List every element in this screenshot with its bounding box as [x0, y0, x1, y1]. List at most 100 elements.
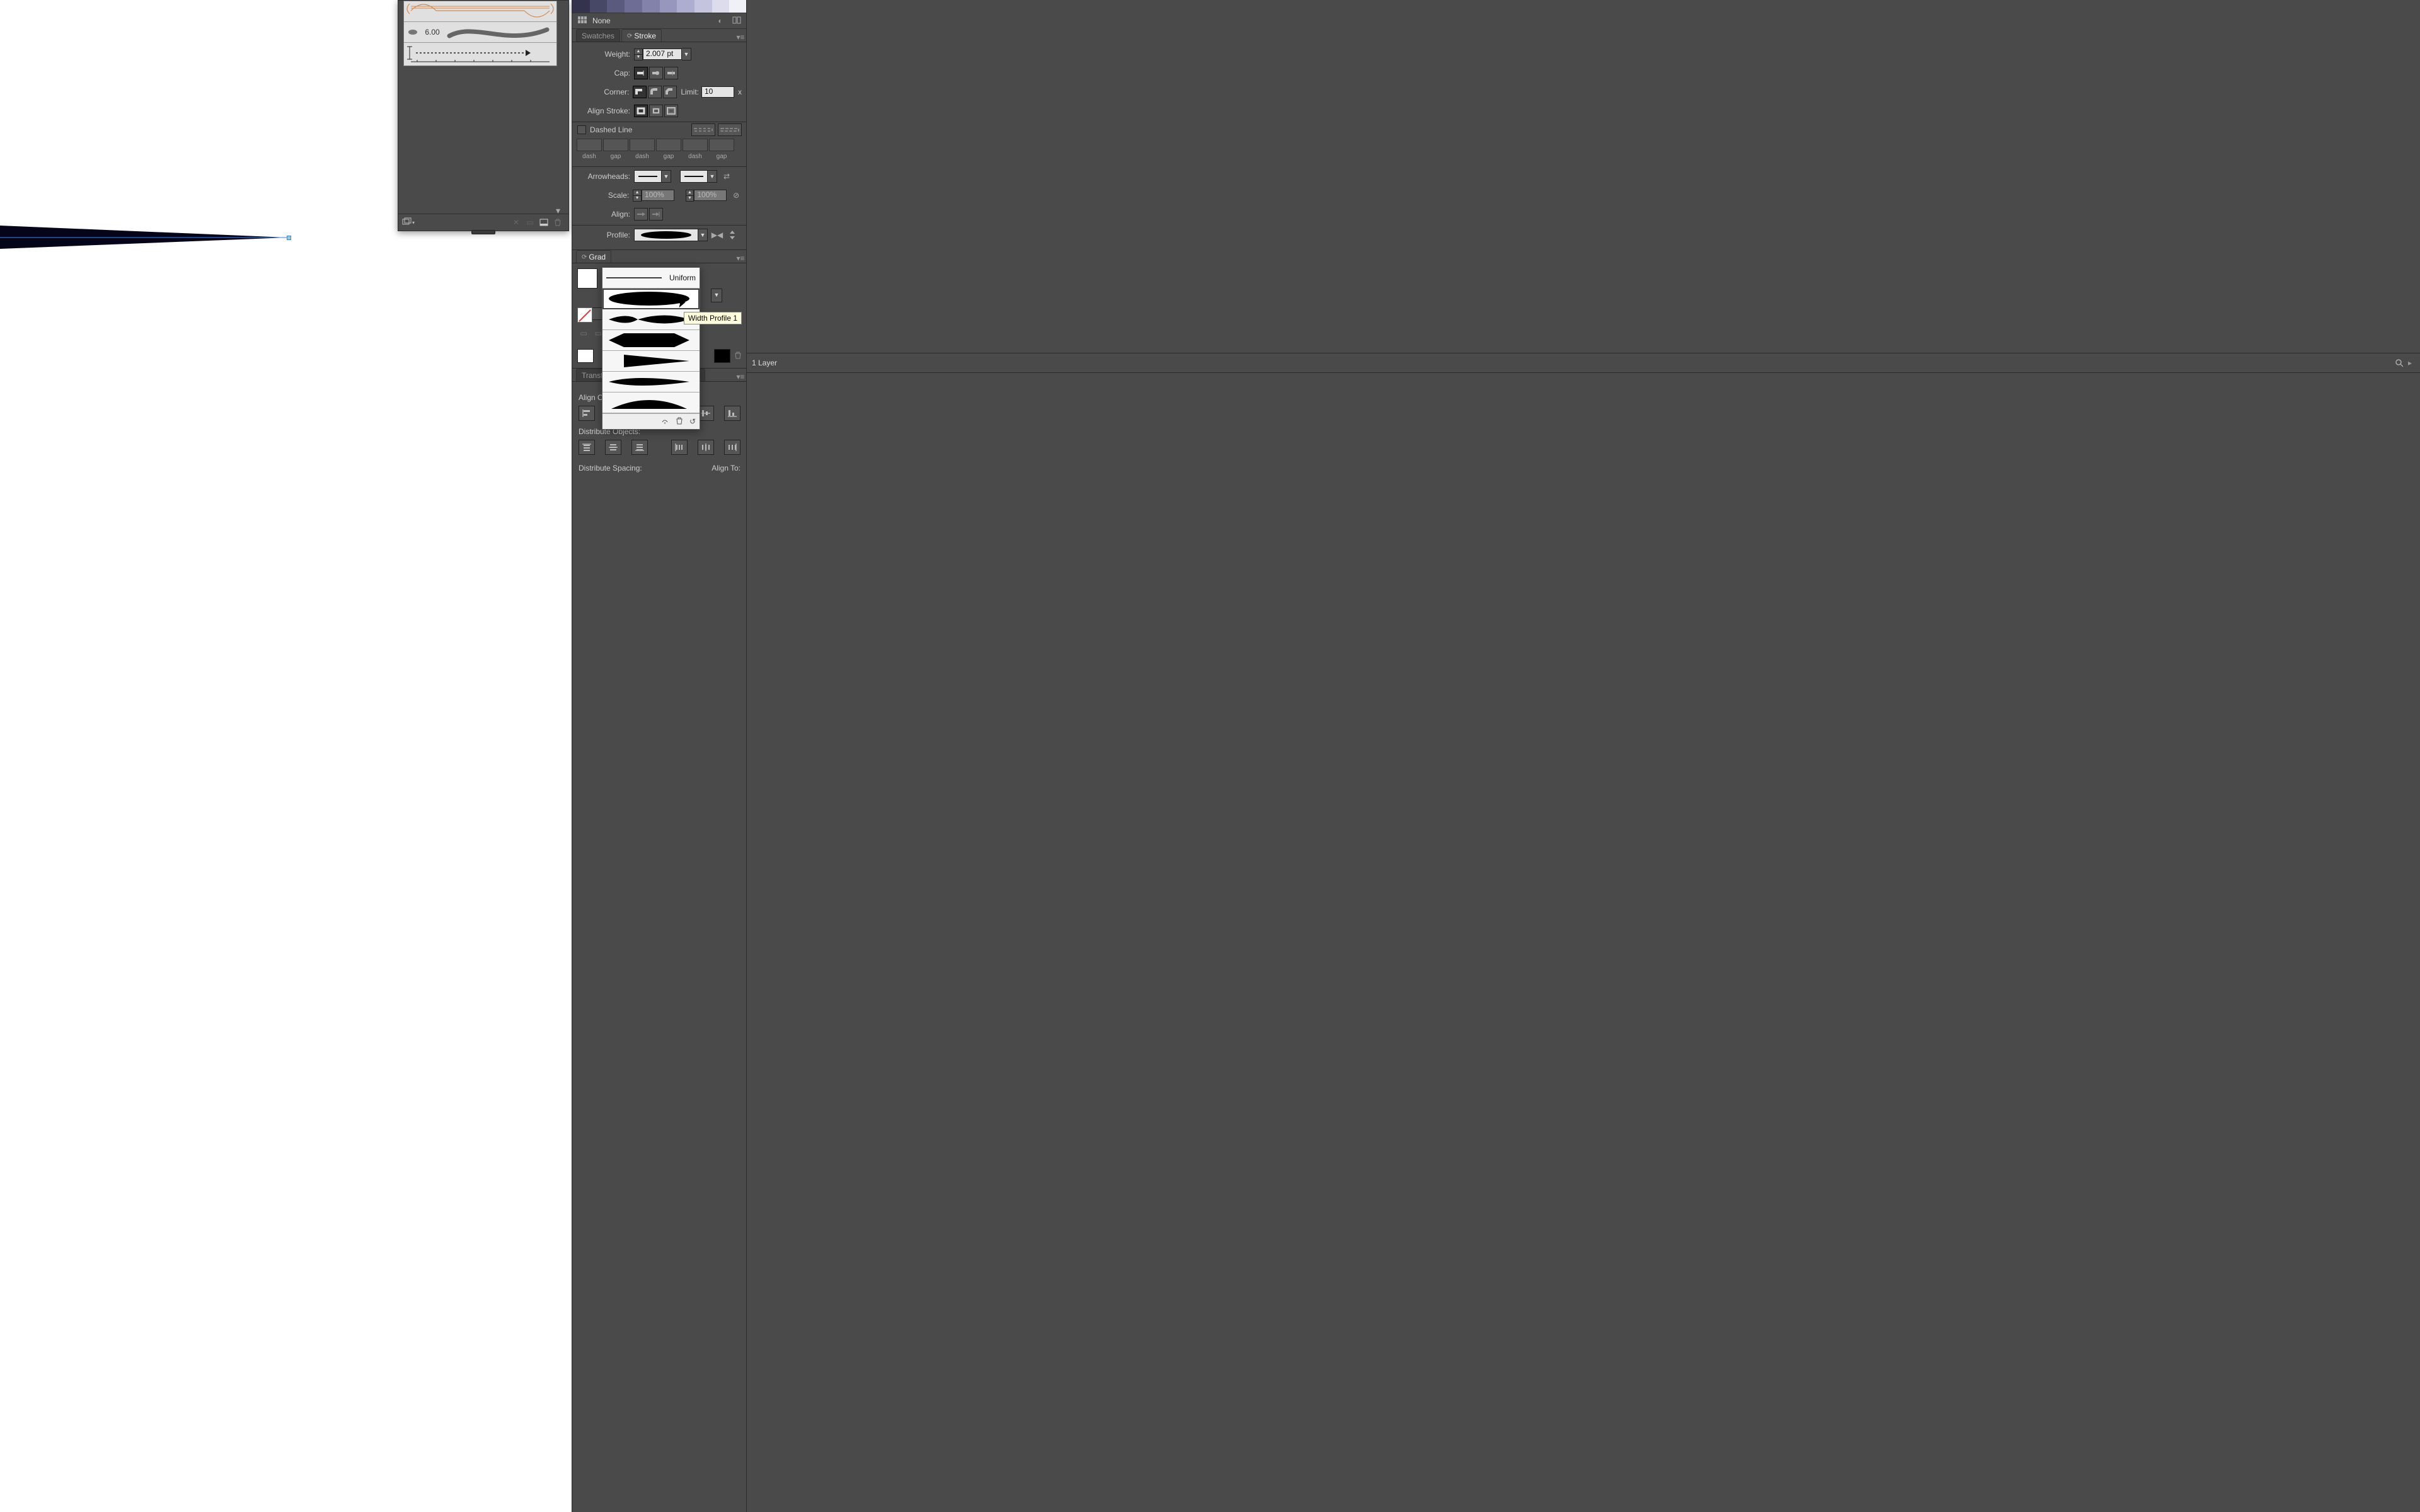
corner-miter-button[interactable]	[633, 86, 647, 98]
arrowhead-start-dropdown[interactable]: ▼	[662, 170, 671, 183]
refresh-icon: ⟳	[582, 254, 587, 261]
reset-profiles-icon[interactable]: ↺	[689, 417, 696, 426]
profile-label: Profile:	[577, 231, 634, 239]
weight-dropdown[interactable]: ▼	[682, 48, 691, 60]
locate-object-icon[interactable]	[2394, 357, 2405, 369]
refresh-icon: ⟳	[627, 33, 632, 40]
swatch-options-icon[interactable]	[730, 16, 743, 26]
gradient-stop-white[interactable]	[577, 349, 594, 363]
align-stroke-center-button[interactable]	[634, 105, 648, 117]
panel-menu-icon[interactable]: ▾≡	[734, 254, 747, 263]
profile-option-width-4[interactable]	[602, 351, 700, 372]
align-to-label: Align To:	[712, 464, 740, 472]
dashed-line-checkbox[interactable]	[577, 125, 586, 134]
profile-option-width-3[interactable]	[602, 330, 700, 351]
hdist-left-button[interactable]	[671, 440, 688, 455]
arrow-scale-label: Scale:	[577, 191, 633, 200]
align-stroke-outside-button[interactable]	[664, 105, 678, 117]
align-stroke-inside-button[interactable]	[649, 105, 663, 117]
gradient-type-dropdown[interactable]: ▼	[711, 289, 722, 302]
dash-field-2	[630, 139, 655, 151]
brush-row[interactable]: 6.00	[404, 22, 556, 43]
hdist-center-button[interactable]	[698, 440, 714, 455]
dashed-line-label: Dashed Line	[590, 125, 632, 134]
profile-picker[interactable]	[634, 229, 698, 241]
profile-dropdown[interactable]: ▼	[698, 229, 708, 241]
cap-projecting-button[interactable]	[664, 67, 678, 79]
brush-list[interactable]: 6.00	[403, 1, 557, 66]
swatch-strip[interactable]	[572, 0, 747, 13]
dash-preserve-exact-button[interactable]	[691, 123, 715, 136]
flip-along-icon[interactable]: ▶◀	[712, 229, 723, 241]
align-left-button[interactable]	[579, 406, 595, 421]
swap-arrowheads-icon[interactable]: ⇄	[721, 171, 732, 182]
vdist-top-button[interactable]	[579, 440, 595, 455]
delete-profile-icon[interactable]	[676, 417, 683, 427]
arrow-align-label: Align:	[577, 210, 634, 219]
arrowhead-start-picker[interactable]	[634, 170, 662, 183]
corner-round-button[interactable]	[648, 86, 662, 98]
cap-butt-button[interactable]	[634, 67, 648, 79]
arrowhead-end-picker[interactable]	[680, 170, 708, 183]
new-brush-icon[interactable]	[537, 217, 551, 228]
weight-field[interactable]: 2.007 pt	[643, 49, 682, 60]
anchor-point[interactable]	[287, 236, 291, 240]
svg-text:▾: ▾	[412, 220, 415, 226]
gradient-swatch[interactable]	[577, 268, 597, 289]
layers-status-bar: 1 Layer ▸	[747, 353, 2420, 373]
remove-brush-stroke-icon: ✕	[509, 217, 523, 228]
add-profile-icon[interactable]	[660, 417, 669, 427]
brush-tip-icon	[404, 26, 422, 38]
panel-menu-icon[interactable]: ▾≡	[734, 33, 747, 42]
limit-suffix: x	[738, 88, 742, 96]
stroke-panel: Weight: ▲▼ 2.007 pt ▼ Cap: Corner: Limit…	[572, 42, 747, 249]
corner-bevel-button[interactable]	[663, 86, 677, 98]
gradient-stroke-icon-1: ▭	[577, 328, 590, 339]
weight-stepper[interactable]: ▲▼	[634, 49, 643, 60]
grid-view-icon[interactable]	[576, 16, 589, 26]
panel-resize-grip[interactable]	[471, 230, 495, 234]
dash-align-corners-button[interactable]	[718, 123, 742, 136]
profile-option-width-5[interactable]	[602, 372, 700, 392]
scroll-down-icon[interactable]: ▾	[556, 205, 563, 213]
arrow-scale-start-stepper: ▲▼	[633, 190, 642, 202]
align-bottom-button[interactable]	[724, 406, 740, 421]
cap-round-button[interactable]	[649, 67, 663, 79]
profile-option-width-6[interactable]	[602, 392, 700, 413]
layers-scroll-icon[interactable]: ▸	[2405, 358, 2415, 367]
hdist-right-button[interactable]	[724, 440, 740, 455]
vdist-center-button[interactable]	[605, 440, 621, 455]
arrowhead-end-dropdown[interactable]: ▼	[708, 170, 717, 183]
brush-row[interactable]	[404, 1, 556, 22]
layer-count-label: 1 Layer	[752, 358, 2394, 367]
distribute-spacing-label: Distribute Spacing:	[579, 464, 642, 472]
tab-swatches[interactable]: Swatches	[576, 29, 620, 42]
gradient-stop-black[interactable]	[714, 349, 730, 363]
gradient-none-swatch[interactable]	[577, 307, 592, 323]
flip-across-icon[interactable]	[727, 229, 738, 241]
cap-label: Cap:	[577, 69, 634, 77]
link-scale-icon: ⊘	[730, 190, 742, 201]
weight-label: Weight:	[577, 50, 634, 59]
profile-option-width-1[interactable]	[602, 289, 700, 309]
vdist-bottom-button[interactable]	[631, 440, 648, 455]
dash-field-1	[577, 139, 602, 151]
color-none-bar: None ◐	[572, 13, 747, 29]
brushes-panel: 6.00	[398, 0, 569, 231]
far-right-dock: 1 Layer ▸	[746, 0, 2420, 1512]
arrow-align-tip-button	[649, 208, 663, 220]
tab-stroke[interactable]: ⟳ Stroke	[621, 29, 662, 42]
brush-size-value: 6.00	[422, 28, 443, 37]
web-safe-icon[interactable]: ◐	[714, 16, 727, 25]
delete-stop-icon	[734, 352, 742, 361]
arrow-scale-end-stepper: ▲▼	[686, 190, 694, 202]
tab-gradient[interactable]: ⟳ Grad	[576, 250, 611, 263]
corner-label: Corner:	[577, 88, 633, 96]
brush-libraries-icon[interactable]: ▾	[402, 217, 509, 228]
right-dock: None ◐ Swatches ⟳ Stroke ▾≡ Weight: ▲▼ 2…	[572, 0, 747, 1512]
panel-menu-icon[interactable]: ▾≡	[734, 372, 747, 381]
brush-row[interactable]	[404, 43, 556, 64]
profile-option-uniform[interactable]: Uniform	[602, 268, 700, 289]
limit-field[interactable]: 10	[701, 86, 734, 98]
gradient-panel-tabs: ⟳ Grad ▾≡	[572, 249, 747, 263]
